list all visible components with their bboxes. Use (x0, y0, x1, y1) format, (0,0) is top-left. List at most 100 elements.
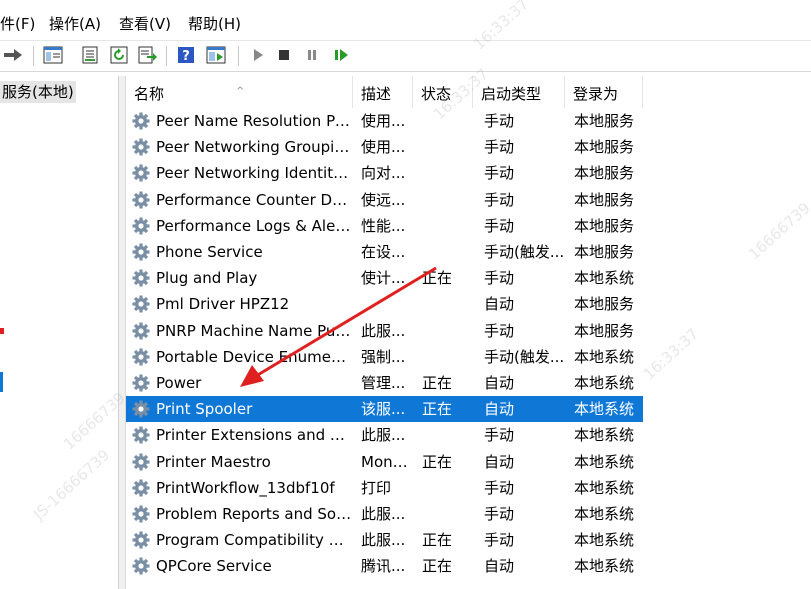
service-gear-icon (132, 505, 150, 523)
service-startup-type: 手动 (484, 426, 515, 445)
service-logon-as: 本地服务 (574, 164, 635, 183)
table-row[interactable]: Peer Name Resolution Pro... 使用... 手动 本地服务 (126, 108, 811, 134)
pause-icon[interactable] (301, 44, 323, 66)
table-row[interactable]: QPCore Service 腾讯... 正在 自动 本地系统 (126, 553, 811, 579)
service-description: 腾讯... (361, 557, 406, 576)
service-name: Problem Reports and Solut... (156, 505, 352, 523)
list-header: 名称 ^ 描述 状态 启动类型 登录为 (126, 76, 811, 108)
service-name: Performance Logs & Alerts (156, 216, 352, 235)
service-logon-as: 本地服务 (574, 321, 635, 340)
service-status: 正在 (422, 269, 453, 288)
service-logon-as: 本地系统 (574, 374, 635, 392)
sort-indicator-icon: ^ (236, 86, 245, 97)
table-row[interactable]: Performance Logs & Alerts 性能... 手动 本地服务 (126, 213, 811, 239)
column-header-status[interactable]: 状态 (413, 76, 473, 108)
services-list: 名称 ^ 描述 状态 启动类型 登录为 Peer Name Resolution… (125, 76, 811, 589)
resume-icon[interactable] (330, 44, 352, 66)
toolbar: ? (0, 40, 811, 72)
service-description: 在设... (361, 243, 406, 261)
service-logon-as: 本地系统 (574, 269, 635, 288)
table-row[interactable]: Peer Networking Grouping 使用... 手动 本地服务 (126, 134, 811, 160)
service-status: 正在 (422, 374, 453, 392)
service-startup-type: 手动 (484, 216, 515, 235)
service-logon-as: 本地系统 (574, 531, 635, 550)
table-row[interactable]: Pml Driver HPZ12 自动 本地服务 (126, 291, 811, 317)
service-startup-type: 手动 (484, 478, 515, 497)
service-name: PrintWorkflow_13dbf10f (156, 478, 335, 497)
service-gear-icon (132, 112, 150, 130)
service-description: 该服... (361, 400, 406, 419)
column-header-startup-type[interactable]: 启动类型 (473, 76, 565, 108)
table-row[interactable]: Printer Maestro Moni... 正在 自动 本地系统 (126, 449, 811, 475)
service-logon-as: 本地系统 (574, 400, 635, 419)
table-row[interactable]: Program Compatibility Assi... 此服... 正在 手动 本地… (126, 527, 811, 553)
table-row[interactable]: PNRP Machine Name Publ... 此服... 手动 本地服务 (126, 318, 811, 344)
table-row[interactable]: PrintWorkflow_13dbf10f 打印 手动 本地系统 (126, 475, 811, 501)
service-gear-icon (132, 348, 150, 366)
console-tree-icon[interactable] (42, 44, 64, 66)
help-icon[interactable]: ? (175, 44, 197, 66)
svg-text:?: ? (182, 49, 190, 64)
table-row[interactable]: Power 管理... 正在 自动 本地系统 (126, 370, 811, 396)
play-icon[interactable] (247, 44, 269, 66)
table-row[interactable]: Printer Extensions and Noti... 此服... 手动 本地系… (126, 422, 811, 448)
menu-help[interactable]: 帮助(H) (188, 14, 241, 34)
export-list-icon[interactable] (137, 44, 159, 66)
column-header-logon-as[interactable]: 登录为 (565, 76, 643, 108)
table-row[interactable]: Phone Service 在设... 手动(触发... 本地服务 (126, 239, 811, 265)
tree-item-services-local[interactable]: 服务(本地) (0, 81, 76, 103)
service-name: Peer Name Resolution Pro... (156, 112, 352, 130)
service-gear-icon (132, 322, 150, 340)
view-icon[interactable] (205, 44, 227, 66)
menu-bar: 件(F) 操作(A) 查看(V) 帮助(H) (0, 0, 811, 40)
service-name: QPCore Service (156, 557, 272, 576)
service-gear-icon (132, 531, 150, 549)
toolbar-separator (238, 46, 239, 66)
console-tree-pane: 服务(本地) (0, 76, 119, 589)
menu-view[interactable]: 查看(V) (119, 14, 171, 34)
stop-icon[interactable] (273, 44, 295, 66)
service-description: 使用... (361, 138, 406, 157)
service-logon-as: 本地系统 (574, 452, 635, 471)
toolbar-divider (0, 71, 811, 72)
service-name: Phone Service (156, 243, 263, 261)
table-row[interactable]: Performance Counter DLL ... 使远... 手动 本地服务 (126, 187, 811, 213)
service-startup-type: 自动 (484, 400, 515, 419)
refresh-icon[interactable] (108, 44, 130, 66)
table-row-selected[interactable]: Print Spooler 该服... 正在 自动 本地系统 (126, 396, 811, 423)
table-row[interactable]: Problem Reports and Solut... 此服... 手动 本地系统 (126, 501, 811, 527)
menu-file[interactable]: 件(F) (0, 14, 35, 34)
column-header-description[interactable]: 描述 (353, 76, 413, 108)
forward-arrow-icon[interactable] (2, 44, 24, 66)
service-startup-type: 手动 (484, 138, 515, 157)
service-startup-type: 手动 (484, 269, 515, 288)
service-logon-as: 本地系统 (574, 347, 635, 366)
service-description: 此服... (361, 426, 406, 445)
service-description: 此服... (361, 321, 406, 340)
service-description: 打印 (361, 478, 392, 497)
table-row[interactable]: Plug and Play 使计... 正在 手动 本地系统 (126, 265, 811, 291)
column-header-name[interactable]: 名称 ^ (126, 76, 353, 108)
menu-action[interactable]: 操作(A) (49, 14, 101, 34)
service-name: Power (156, 374, 202, 392)
annotation-mark (0, 328, 4, 334)
service-logon-as: 本地服务 (574, 295, 635, 314)
service-gear-icon (132, 453, 150, 471)
service-logon-as: 本地服务 (574, 216, 635, 235)
properties-icon[interactable] (79, 44, 101, 66)
service-gear-icon (132, 295, 150, 313)
service-status: 正在 (422, 400, 453, 419)
service-gear-icon (132, 374, 150, 392)
service-logon-as: 本地服务 (574, 190, 635, 209)
table-row[interactable]: Portable Device Enumerat... 强制... 手动(触发...… (126, 344, 811, 370)
service-logon-as: 本地服务 (574, 243, 635, 261)
service-gear-icon (132, 164, 150, 182)
service-description: 此服... (361, 505, 406, 523)
service-name: Print Spooler (156, 400, 253, 419)
service-startup-type: 手动(触发... (484, 347, 565, 366)
service-startup-type: 手动 (484, 505, 515, 523)
service-name: Plug and Play (156, 269, 258, 288)
service-startup-type: 手动 (484, 531, 515, 550)
service-name: Portable Device Enumerat... (156, 347, 352, 366)
table-row[interactable]: Peer Networking Identity ... 向对... 手动 本地服务 (126, 160, 811, 186)
